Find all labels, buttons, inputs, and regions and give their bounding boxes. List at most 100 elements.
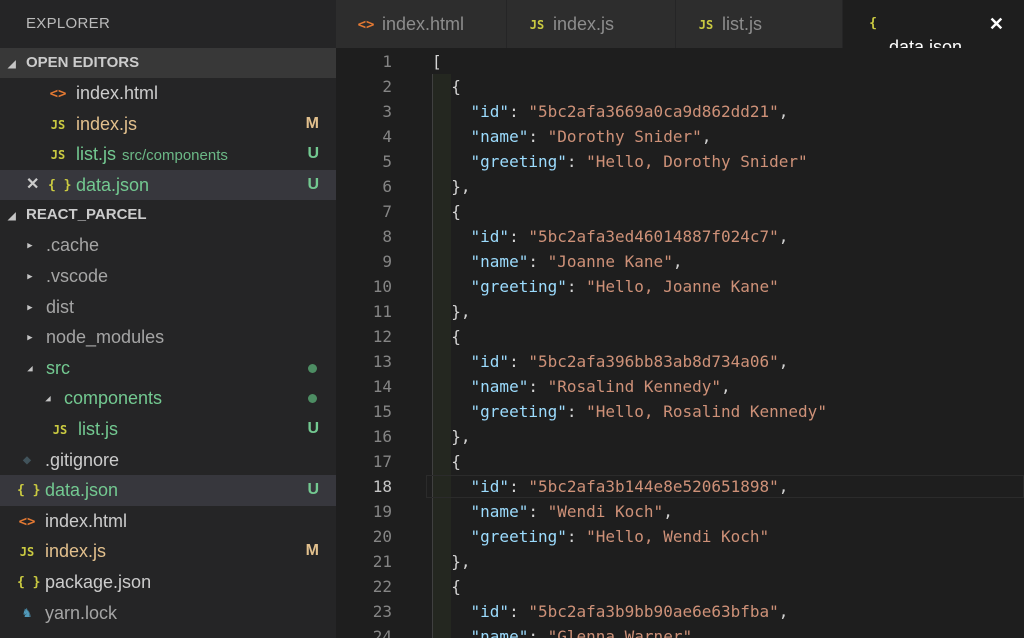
code-line[interactable]: 15 "greeting": "Hello, Rosalind Kennedy" bbox=[336, 399, 1024, 424]
code-line[interactable]: 2 { bbox=[336, 74, 1024, 99]
tree-file[interactable]: <> index.html bbox=[0, 506, 336, 537]
code-text: { bbox=[432, 202, 461, 221]
modified-badge: M bbox=[305, 542, 319, 560]
tree-file[interactable]: { } data.json U bbox=[0, 475, 336, 506]
code-line[interactable]: 17 { bbox=[336, 449, 1024, 474]
code-text: "id": "5bc2afa3b9bb90ae6e63bfba", bbox=[470, 602, 789, 621]
tree-label: data.json bbox=[45, 480, 119, 501]
changes-dot-icon bbox=[308, 394, 317, 404]
line-number: 22 bbox=[372, 577, 392, 596]
line-number: 15 bbox=[372, 402, 392, 421]
code-text: { bbox=[432, 327, 461, 346]
tree-folder[interactable]: ◢ src bbox=[0, 353, 336, 384]
open-editor-item[interactable]: JS index.js M bbox=[0, 109, 336, 140]
code-line[interactable]: 9 "name": "Joanne Kane", bbox=[336, 249, 1024, 274]
html-icon: <> bbox=[18, 513, 36, 530]
code-line[interactable]: 13 "id": "5bc2afa396bb83ab8d734a06", bbox=[336, 349, 1024, 374]
code-editor[interactable]: 1[2 {3 "id": "5bc2afa3669a0ca9d862dd21",… bbox=[336, 48, 1024, 638]
code-line[interactable]: 19 "name": "Wendi Koch", bbox=[336, 499, 1024, 524]
code-text: "id": "5bc2afa3669a0ca9d862dd21", bbox=[470, 102, 789, 121]
tree-label: dist bbox=[46, 296, 75, 317]
chevron-right-icon: ▶ bbox=[27, 333, 33, 344]
tree-folder[interactable]: ▶ dist bbox=[0, 292, 336, 323]
git-icon: ◆ bbox=[22, 452, 32, 469]
tab-data-json[interactable]: { }data.json ✕ bbox=[843, 0, 1024, 79]
chevron-right-icon: ▶ bbox=[27, 241, 33, 252]
code-line[interactable]: 6 }, bbox=[336, 174, 1024, 199]
code-line[interactable]: 4 "name": "Dorothy Snider", bbox=[336, 124, 1024, 149]
code-line[interactable]: 3 "id": "5bc2afa3669a0ca9d862dd21", bbox=[336, 99, 1024, 124]
line-number: 20 bbox=[372, 527, 392, 546]
code-line[interactable]: 24 "name": "Glenna Warner", bbox=[336, 624, 1024, 638]
tree-folder[interactable]: ▶ .vscode bbox=[0, 261, 336, 292]
tree-file[interactable]: { } package.json bbox=[0, 567, 336, 598]
code-text: "greeting": "Hello, Joanne Kane" bbox=[470, 277, 779, 296]
tree-folder[interactable]: ▶ .cache bbox=[0, 230, 336, 261]
line-number: 11 bbox=[372, 302, 392, 321]
tab-index-js[interactable]: JS index.js bbox=[507, 0, 675, 48]
code-text: "greeting": "Hello, Dorothy Snider" bbox=[470, 152, 808, 171]
js-icon: JS bbox=[529, 18, 545, 33]
line-number: 9 bbox=[382, 252, 392, 271]
line-number: 4 bbox=[382, 127, 392, 146]
open-editor-item[interactable]: ✕ { } data.json U bbox=[0, 169, 336, 201]
tree-file[interactable]: JS index.js M bbox=[0, 536, 336, 567]
code-line[interactable]: 12 { bbox=[336, 324, 1024, 349]
open-editors-header[interactable]: ◢ OPEN EDITORS bbox=[0, 48, 336, 78]
code-text: "greeting": "Hello, Rosalind Kennedy" bbox=[470, 402, 827, 421]
code-line[interactable]: 1[ bbox=[336, 49, 1024, 74]
chevron-down-icon: ◢ bbox=[45, 394, 51, 405]
code-line[interactable]: 11 }, bbox=[336, 299, 1024, 324]
code-text: "name": "Joanne Kane", bbox=[470, 252, 683, 271]
code-line[interactable]: 23 "id": "5bc2afa3b9bb90ae6e63bfba", bbox=[336, 599, 1024, 624]
line-number: 12 bbox=[372, 327, 392, 346]
code-line[interactable]: 20 "greeting": "Hello, Wendi Koch" bbox=[336, 524, 1024, 549]
open-editor-label: list.js bbox=[76, 144, 116, 165]
code-line[interactable]: 22 { bbox=[336, 574, 1024, 599]
tree-folder[interactable]: ▶ node_modules bbox=[0, 322, 336, 353]
yarn-icon: ♞ bbox=[22, 605, 32, 622]
line-number: 19 bbox=[372, 502, 392, 521]
code-line[interactable]: 14 "name": "Rosalind Kennedy", bbox=[336, 374, 1024, 399]
tree-folder[interactable]: ◢ components bbox=[0, 383, 336, 414]
close-icon[interactable]: ✕ bbox=[26, 170, 39, 201]
line-number: 23 bbox=[372, 602, 392, 621]
code-line[interactable]: 18 "id": "5bc2afa3b144e8e520651898", bbox=[336, 474, 1024, 499]
tree-file[interactable]: JS list.js U bbox=[0, 414, 336, 445]
js-icon: JS bbox=[50, 117, 66, 132]
tab-label: list.js bbox=[722, 14, 762, 34]
code-line[interactable]: 8 "id": "5bc2afa3ed46014887f024c7", bbox=[336, 224, 1024, 249]
tree-label: index.js bbox=[45, 541, 107, 562]
code-line[interactable]: 10 "greeting": "Hello, Joanne Kane" bbox=[336, 274, 1024, 299]
line-number: 1 bbox=[382, 52, 392, 71]
code-text: [ bbox=[432, 52, 442, 71]
code-text: }, bbox=[432, 177, 471, 196]
tree-label: .gitignore bbox=[45, 449, 120, 470]
project-header[interactable]: ◢ REACT_PARCEL bbox=[0, 200, 336, 231]
tree-file[interactable]: ◆ .gitignore bbox=[0, 445, 336, 476]
project-label: REACT_PARCEL bbox=[26, 206, 147, 224]
line-number: 8 bbox=[382, 227, 392, 246]
tree-label: .cache bbox=[46, 235, 100, 256]
open-editor-label: index.js bbox=[76, 113, 138, 134]
code-text: { bbox=[432, 77, 461, 96]
code-line[interactable]: 7 { bbox=[336, 199, 1024, 224]
tree-label: list.js bbox=[78, 418, 118, 439]
json-icon: { } bbox=[17, 574, 41, 590]
code-line[interactable]: 16 }, bbox=[336, 424, 1024, 449]
untracked-badge: U bbox=[307, 175, 319, 193]
modified-badge: M bbox=[305, 114, 319, 132]
code-line[interactable]: 5 "greeting": "Hello, Dorothy Snider" bbox=[336, 149, 1024, 174]
line-number: 21 bbox=[372, 552, 392, 571]
tree-file[interactable]: ♞ yarn.lock bbox=[0, 598, 336, 629]
close-icon[interactable]: ✕ bbox=[989, 0, 1004, 48]
open-editors-label: OPEN EDITORS bbox=[26, 54, 140, 71]
tab-index-html[interactable]: <> index.html bbox=[336, 0, 506, 48]
code-text: }, bbox=[432, 552, 471, 571]
line-number: 7 bbox=[382, 202, 392, 221]
open-editor-item[interactable]: <> index.html bbox=[0, 78, 336, 109]
tab-list-js[interactable]: JS list.js bbox=[676, 0, 842, 48]
open-editor-item[interactable]: JS list.js src/components U bbox=[0, 139, 336, 170]
code-text: }, bbox=[432, 427, 471, 446]
code-line[interactable]: 21 }, bbox=[336, 549, 1024, 574]
